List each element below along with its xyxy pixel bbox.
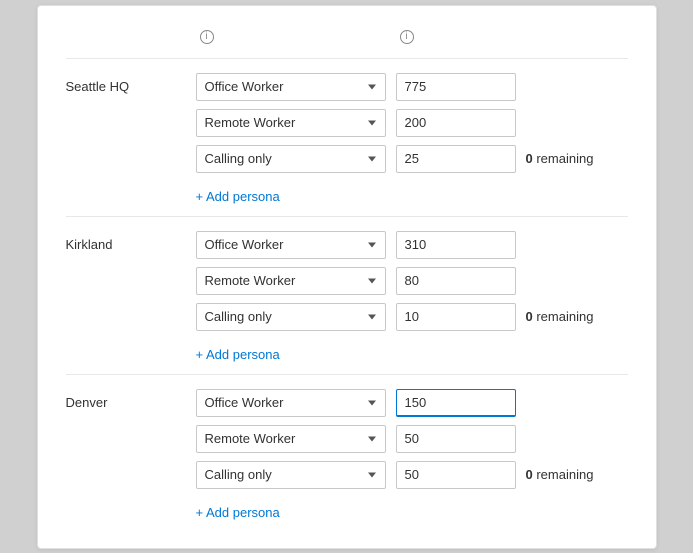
user-count-input-remote-worker-1[interactable] xyxy=(396,109,516,137)
persona-select-office-worker-3[interactable]: Office WorkerRemote WorkerCalling only xyxy=(196,389,386,417)
persona-row-remote-worker-1: Office WorkerRemote WorkerCalling only xyxy=(196,109,628,137)
persona-select-wrapper-office-worker-1: Office WorkerRemote WorkerCalling only xyxy=(196,73,386,101)
persona-select-calling-only-3[interactable]: Office WorkerRemote WorkerCalling only xyxy=(196,461,386,489)
persona-select-remote-worker-2[interactable]: Office WorkerRemote WorkerCalling only xyxy=(196,267,386,295)
site-section-kirkland: KirklandOffice WorkerRemote WorkerCallin… xyxy=(66,216,628,374)
col-header-usercount: i xyxy=(396,30,628,44)
remaining-text-calling-only-2: 0 remaining xyxy=(526,309,594,324)
user-count-input-office-worker-1[interactable] xyxy=(396,73,516,101)
persona-select-office-worker-2[interactable]: Office WorkerRemote WorkerCalling only xyxy=(196,231,386,259)
persona-row-office-worker-2: Office WorkerRemote WorkerCalling only xyxy=(196,231,628,259)
persona-rows-denver: Office WorkerRemote WorkerCalling onlyOf… xyxy=(196,389,628,524)
persona-row-office-worker-1: Office WorkerRemote WorkerCalling only xyxy=(196,73,628,101)
persona-row-calling-only-2: Office WorkerRemote WorkerCalling only 0 … xyxy=(196,303,628,331)
add-persona-btn-seattle-hq[interactable]: + Add persona xyxy=(196,185,628,208)
persona-select-wrapper-office-worker-2: Office WorkerRemote WorkerCalling only xyxy=(196,231,386,259)
persona-row-calling-only-3: Office WorkerRemote WorkerCalling only 0 … xyxy=(196,461,628,489)
site-row-kirkland: KirklandOffice WorkerRemote WorkerCallin… xyxy=(66,231,628,366)
remaining-text-calling-only-3: 0 remaining xyxy=(526,467,594,482)
sites-container: Seattle HQOffice WorkerRemote WorkerCall… xyxy=(66,58,628,532)
persona-select-wrapper-remote-worker-1: Office WorkerRemote WorkerCalling only xyxy=(196,109,386,137)
user-count-input-calling-only-3[interactable] xyxy=(396,461,516,489)
persona-row-calling-only-1: Office WorkerRemote WorkerCalling only 0 … xyxy=(196,145,628,173)
main-card: i i Seattle HQOffice WorkerRemote Worker… xyxy=(37,5,657,549)
site-name-denver: Denver xyxy=(66,389,196,410)
persona-row-remote-worker-2: Office WorkerRemote WorkerCalling only xyxy=(196,267,628,295)
site-name-seattle-hq: Seattle HQ xyxy=(66,73,196,94)
persona-row-office-worker-3: Office WorkerRemote WorkerCalling only xyxy=(196,389,628,417)
site-row-denver: DenverOffice WorkerRemote WorkerCalling … xyxy=(66,389,628,524)
persona-select-remote-worker-1[interactable]: Office WorkerRemote WorkerCalling only xyxy=(196,109,386,137)
site-row-seattle-hq: Seattle HQOffice WorkerRemote WorkerCall… xyxy=(66,73,628,208)
user-count-input-calling-only-1[interactable] xyxy=(396,145,516,173)
site-name-kirkland: Kirkland xyxy=(66,231,196,252)
persona-select-wrapper-calling-only-1: Office WorkerRemote WorkerCalling only xyxy=(196,145,386,173)
user-count-input-office-worker-3[interactable] xyxy=(396,389,516,417)
persona-rows-kirkland: Office WorkerRemote WorkerCalling onlyOf… xyxy=(196,231,628,366)
persona-select-remote-worker-3[interactable]: Office WorkerRemote WorkerCalling only xyxy=(196,425,386,453)
persona-select-calling-only-2[interactable]: Office WorkerRemote WorkerCalling only xyxy=(196,303,386,331)
remaining-text-calling-only-1: 0 remaining xyxy=(526,151,594,166)
usercount-info-icon[interactable]: i xyxy=(400,30,414,44)
persona-select-wrapper-office-worker-3: Office WorkerRemote WorkerCalling only xyxy=(196,389,386,417)
persona-info-icon[interactable]: i xyxy=(200,30,214,44)
table-header: i i xyxy=(66,30,628,54)
persona-row-remote-worker-3: Office WorkerRemote WorkerCalling only xyxy=(196,425,628,453)
persona-select-wrapper-calling-only-3: Office WorkerRemote WorkerCalling only xyxy=(196,461,386,489)
user-count-input-office-worker-2[interactable] xyxy=(396,231,516,259)
persona-select-calling-only-1[interactable]: Office WorkerRemote WorkerCalling only xyxy=(196,145,386,173)
col-header-persona: i xyxy=(196,30,396,44)
persona-select-office-worker-1[interactable]: Office WorkerRemote WorkerCalling only xyxy=(196,73,386,101)
persona-rows-seattle-hq: Office WorkerRemote WorkerCalling onlyOf… xyxy=(196,73,628,208)
persona-select-wrapper-calling-only-2: Office WorkerRemote WorkerCalling only xyxy=(196,303,386,331)
user-count-input-remote-worker-3[interactable] xyxy=(396,425,516,453)
persona-select-wrapper-remote-worker-2: Office WorkerRemote WorkerCalling only xyxy=(196,267,386,295)
add-persona-btn-denver[interactable]: + Add persona xyxy=(196,501,628,524)
user-count-input-remote-worker-2[interactable] xyxy=(396,267,516,295)
site-section-seattle-hq: Seattle HQOffice WorkerRemote WorkerCall… xyxy=(66,58,628,216)
add-persona-btn-kirkland[interactable]: + Add persona xyxy=(196,343,628,366)
user-count-input-calling-only-2[interactable] xyxy=(396,303,516,331)
persona-select-wrapper-remote-worker-3: Office WorkerRemote WorkerCalling only xyxy=(196,425,386,453)
site-section-denver: DenverOffice WorkerRemote WorkerCalling … xyxy=(66,374,628,532)
